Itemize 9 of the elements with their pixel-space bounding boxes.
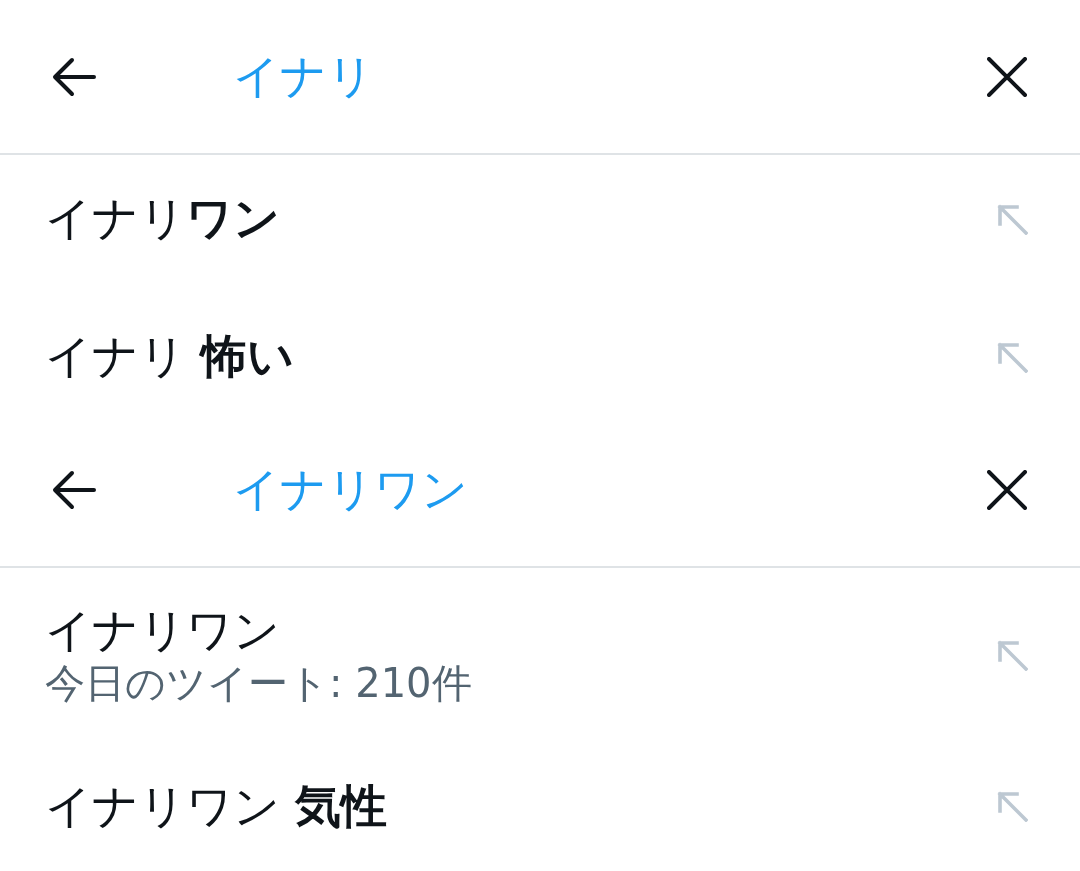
back-arrow-icon[interactable] — [52, 469, 96, 510]
close-icon[interactable] — [987, 469, 1027, 510]
close-icon[interactable] — [987, 56, 1027, 97]
suggestion-text[interactable]: イナリワン 気性 — [45, 778, 387, 835]
suggestion-text[interactable]: イナリ 怖い — [45, 329, 294, 385]
suggestion-text[interactable]: イナリワン — [45, 603, 472, 659]
suggestion-text[interactable]: イナリワン — [45, 191, 280, 247]
tweet-count-text: 今日のツイート: 210件 — [45, 658, 472, 707]
back-arrow-icon[interactable] — [52, 56, 96, 97]
